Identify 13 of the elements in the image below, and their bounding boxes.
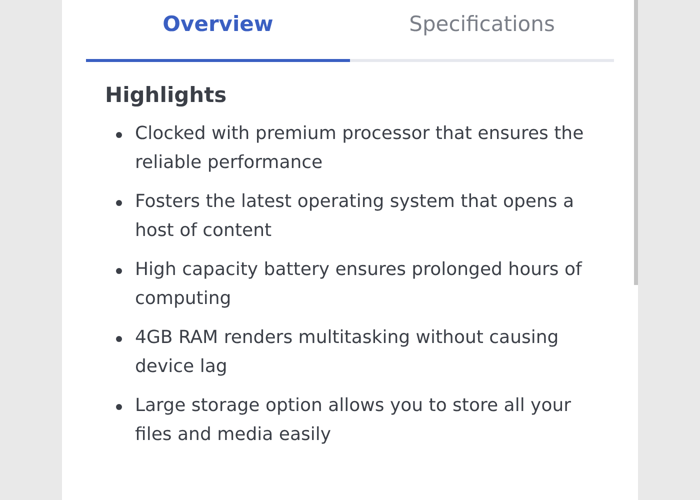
highlight-text: Clocked with premium processor that ensures the reliable performance	[135, 122, 585, 174]
tab[interactable]: Overview	[86, 0, 350, 62]
highlight-text: 4GB RAM renders multitasking without causing device lag	[135, 326, 560, 378]
highlight-text: Fosters the latest operating system that opens a host of content	[135, 190, 575, 242]
highlight-text: Large storage option allows you to store all your files and media easily	[135, 394, 572, 446]
bullet-icon	[116, 132, 122, 138]
bullet-icon	[116, 268, 122, 274]
tab[interactable]: Specifications	[350, 0, 614, 62]
bullet-icon	[116, 336, 122, 342]
bullet-icon	[116, 200, 122, 206]
section-heading: Highlights	[105, 82, 228, 109]
highlight-text: High capacity battery ensures prolonged hours of computing	[135, 258, 584, 310]
bullet-icon	[116, 404, 122, 410]
